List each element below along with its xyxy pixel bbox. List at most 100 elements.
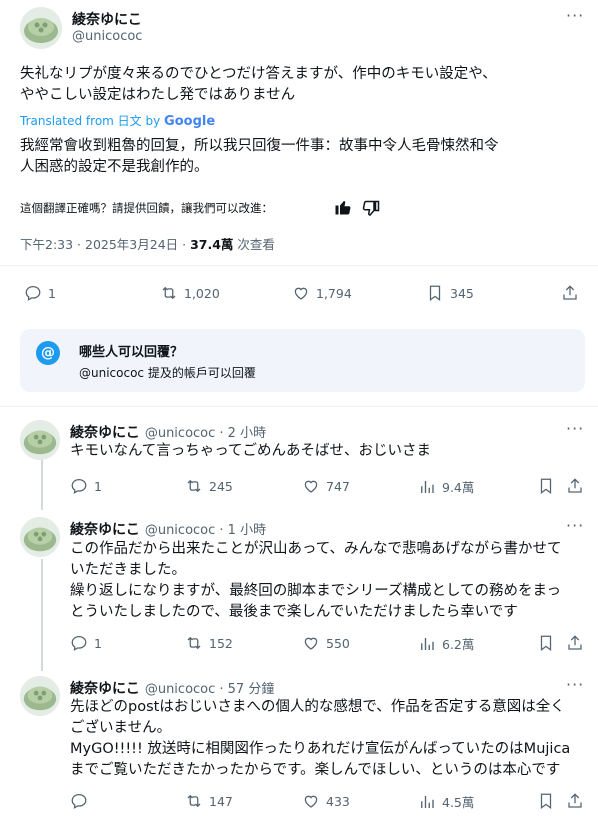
avatar[interactable] xyxy=(20,517,60,557)
reply-button[interactable] xyxy=(70,792,94,810)
reply-text: この作品だから出来たことが沢山あって、みんなで悲鳴あげながら書かせて いただきま… xyxy=(70,539,592,623)
repost-button[interactable]: 147 xyxy=(185,792,233,810)
reply-text-line: MyGO!!!!! 放送時に相関図作ったりあれだけ宣伝がんばっていたのはMuji… xyxy=(70,741,571,757)
post-text-line: 失礼なリプが度々来るのでひとつだけ答えますが、作中のキモい設定や、 xyxy=(20,66,497,82)
thumbs-down-icon[interactable] xyxy=(362,200,380,222)
repost-icon xyxy=(187,636,201,650)
reply-icon xyxy=(71,478,87,494)
reply-count: 1 xyxy=(94,478,102,494)
reply-text-line: までご覧いただきたかったからです。楽しんでほしい、というのは本心です xyxy=(70,762,561,778)
like-button[interactable]: 1,794 xyxy=(292,284,352,302)
repost-count: 152 xyxy=(209,635,233,651)
like-count: 1,794 xyxy=(316,285,352,301)
translated-from-label[interactable]: Translated from 日文 by xyxy=(20,114,160,128)
share-icon xyxy=(568,793,582,808)
post-timestamp-line: 下午2:33 · 2025年3月24日 · 37.4萬 次查看 xyxy=(20,234,275,253)
author-name[interactable]: 綾奈ゆにこ xyxy=(70,425,140,441)
heart-icon xyxy=(294,287,308,300)
reply-text-line: キモいなんて言っちゃってごめんあそばせ、おじいさま xyxy=(70,443,432,459)
reply-permission-card: @ 哪些人可以回覆？ @unicococ 提及的帳戶可以回覆 xyxy=(20,329,585,392)
more-options-button[interactable]: ··· xyxy=(566,516,584,535)
reply-text: 先ほどのpostはおじいさまへの個人的な感想で、作品を否定する意図は全く ござい… xyxy=(70,697,592,781)
reply-text-line: ございません。 xyxy=(70,720,172,736)
reply-meta[interactable]: @unicococ · 1 小時 xyxy=(145,523,266,538)
translation-feedback-prompt: 這個翻譯正確嗎？請提供回饋，讓我們可以改進： xyxy=(20,201,273,215)
reply-icon xyxy=(71,635,87,651)
reply-meta[interactable]: @unicococ · 2 小時 xyxy=(145,426,266,441)
like-count: 433 xyxy=(326,793,350,809)
reply-text-line: この作品だから出来たことが沢山あって、みんなで悲鳴あげながら書かせて xyxy=(70,541,562,557)
views-button[interactable]: 6.2萬 xyxy=(418,634,474,653)
repost-button[interactable]: 152 xyxy=(185,634,233,652)
translated-text: 我經常會收到粗魯的回复，所以我只回復一件事：故事中令人毛骨悚然和令 人困惑的設定… xyxy=(20,136,590,178)
author-name[interactable]: 綾奈ゆにこ xyxy=(72,9,142,29)
like-button[interactable]: 550 xyxy=(302,634,350,652)
views-count: 6.2萬 xyxy=(442,637,475,652)
reply-permission-title: 哪些人可以回覆？ xyxy=(79,345,184,360)
avatar[interactable] xyxy=(20,7,62,49)
thread-line xyxy=(41,458,43,510)
author-name[interactable]: 綾奈ゆにこ xyxy=(70,681,140,697)
repost-count: 1,020 xyxy=(184,285,220,301)
reply-button[interactable]: 1 xyxy=(70,634,102,652)
reply-text-line: とういたしましたので、最後まで楽しんでいただけましたら幸いです xyxy=(70,604,518,620)
reply-meta[interactable]: @unicococ · 57 分鐘 xyxy=(145,682,275,697)
bookmark-button[interactable] xyxy=(537,634,555,652)
google-logo: Google xyxy=(164,114,216,129)
analytics-icon xyxy=(421,637,434,650)
bookmark-button[interactable] xyxy=(537,477,555,495)
bookmark-icon xyxy=(540,793,552,810)
repost-button[interactable]: 245 xyxy=(185,477,233,495)
share-button[interactable] xyxy=(566,634,584,652)
repost-icon xyxy=(162,286,176,300)
reply-button[interactable]: 1 xyxy=(70,477,102,495)
divider xyxy=(0,406,598,407)
thumbs-up-icon[interactable] xyxy=(334,198,352,220)
bookmark-button[interactable] xyxy=(537,792,555,810)
share-icon xyxy=(568,635,582,650)
reply-button[interactable]: 1 xyxy=(24,284,56,302)
bookmark-button[interactable]: 345 xyxy=(426,284,474,302)
post-text: 失礼なリプが度々来るのでひとつだけ答えますが、作中のキモい設定や、 ややこしい設… xyxy=(20,64,590,106)
reply-text-line: 繰り返しになりますが、最終回の脚本までシリーズ構成としての務めをまっ xyxy=(70,583,561,599)
share-button[interactable] xyxy=(561,284,579,302)
reply-count: 1 xyxy=(94,635,102,651)
repost-count: 245 xyxy=(209,478,233,494)
thread-line xyxy=(41,559,43,671)
heart-icon xyxy=(304,795,318,808)
bookmark-icon xyxy=(540,478,552,495)
repost-button[interactable]: 1,020 xyxy=(160,284,220,302)
like-count: 550 xyxy=(326,635,350,651)
more-options-button[interactable]: ··· xyxy=(566,419,584,438)
analytics-icon xyxy=(421,795,434,808)
bookmark-count: 345 xyxy=(450,285,474,301)
reply-header: 綾奈ゆにこ @unicococ · 1 小時 xyxy=(70,519,266,539)
author-name[interactable]: 綾奈ゆにこ xyxy=(70,522,140,538)
views-label: 次查看 xyxy=(233,237,275,252)
like-button[interactable]: 433 xyxy=(302,792,350,810)
divider xyxy=(0,265,598,266)
post-timestamp[interactable]: 下午2:33 · 2025年3月24日 · xyxy=(20,237,190,252)
reply-icon xyxy=(71,793,87,809)
views-button[interactable]: 9.4萬 xyxy=(418,477,474,496)
avatar[interactable] xyxy=(20,676,60,716)
reply-header: 綾奈ゆにこ @unicococ · 2 小時 xyxy=(70,422,266,442)
repost-icon xyxy=(187,794,201,808)
translation-attribution[interactable]: Translated from 日文 by Google xyxy=(20,112,215,129)
author-handle[interactable]: @unicococ xyxy=(72,29,142,44)
reply-text-line: 先ほどのpostはおじいさまへの個人的な感想で、作品を否定する意図は全く xyxy=(70,699,565,715)
views-count: 9.4萬 xyxy=(442,480,475,495)
avatar[interactable] xyxy=(20,420,60,460)
views-button[interactable]: 4.5萬 xyxy=(418,792,474,811)
heart-icon xyxy=(304,637,318,650)
reply-count: 1 xyxy=(48,285,56,301)
reply-text-line: いただきました。 xyxy=(70,562,186,578)
share-button[interactable] xyxy=(566,477,584,495)
like-button[interactable]: 747 xyxy=(302,477,350,495)
reply-icon xyxy=(25,285,41,301)
reply-text: キモいなんて言っちゃってごめんあそばせ、おじいさま xyxy=(70,441,590,462)
more-options-button[interactable]: ··· xyxy=(566,6,584,25)
post-text-line: ややこしい設定はわたし発ではありません xyxy=(20,87,296,103)
share-button[interactable] xyxy=(566,792,584,810)
more-options-button[interactable]: ··· xyxy=(566,675,584,694)
